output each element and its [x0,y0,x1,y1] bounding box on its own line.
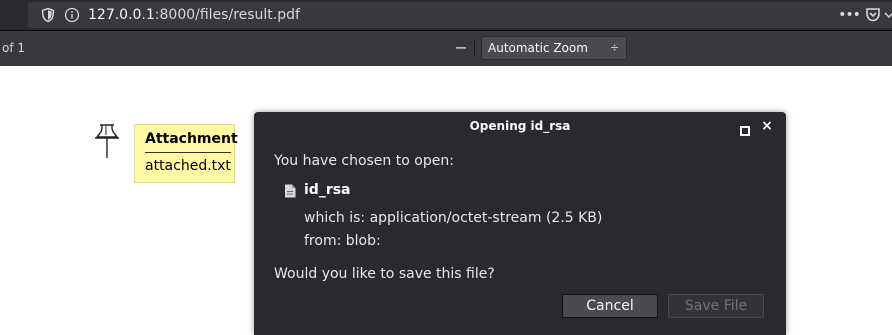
chevron-down-icon[interactable] [884,6,892,24]
close-icon[interactable]: × [760,118,774,134]
zoom-select-value: Automatic Zoom [488,41,588,55]
url-text[interactable]: 127.0.0.1:8000/files/result.pdf [88,5,300,25]
file-type-text: which is: application/octet-stream (2.5 … [304,210,603,226]
pocket-icon[interactable] [864,6,882,24]
download-dialog: Opening id_rsa × You have chosen to open… [254,112,786,335]
zoom-select-caret: ÷ [610,41,620,54]
attachment-popup[interactable]: Attachment attached.txt [134,124,238,183]
url-path: :8000/files/result.pdf [154,7,300,23]
save-question: Would you like to save this file? [274,266,495,282]
toolbar-separator [474,40,475,56]
dialog-intro-text: You have chosen to open: [274,153,454,169]
page-actions-button[interactable]: ••• [838,5,861,25]
attachment-title: Attachment [145,131,238,147]
info-icon[interactable] [64,7,80,23]
attachment-filename: attached.txt [145,158,231,174]
dialog-title: Opening id_rsa [469,119,571,133]
dialog-titlebar[interactable]: Opening id_rsa × [254,112,786,140]
browser-window: 127.0.0.1:8000/files/result.pdf ••• of 1… [0,0,892,335]
shield-icon[interactable] [40,7,56,23]
navigation-bar: 127.0.0.1:8000/files/result.pdf ••• [0,0,892,30]
attachment-divider [145,152,231,153]
file-icon [284,183,296,198]
page-count-label: of 1 [2,41,26,55]
maximize-icon[interactable] [740,121,750,136]
file-name: id_rsa [304,182,351,198]
cancel-button[interactable]: Cancel [562,294,658,318]
save-file-button[interactable]: Save File [668,294,764,318]
pushpin-icon[interactable] [92,123,122,159]
url-host: 127.0.0.1 [88,7,155,23]
zoom-out-button[interactable]: − [452,38,470,58]
pdf-toolbar: of 1 − + [0,30,892,66]
file-source-text: from: blob: [304,233,381,249]
